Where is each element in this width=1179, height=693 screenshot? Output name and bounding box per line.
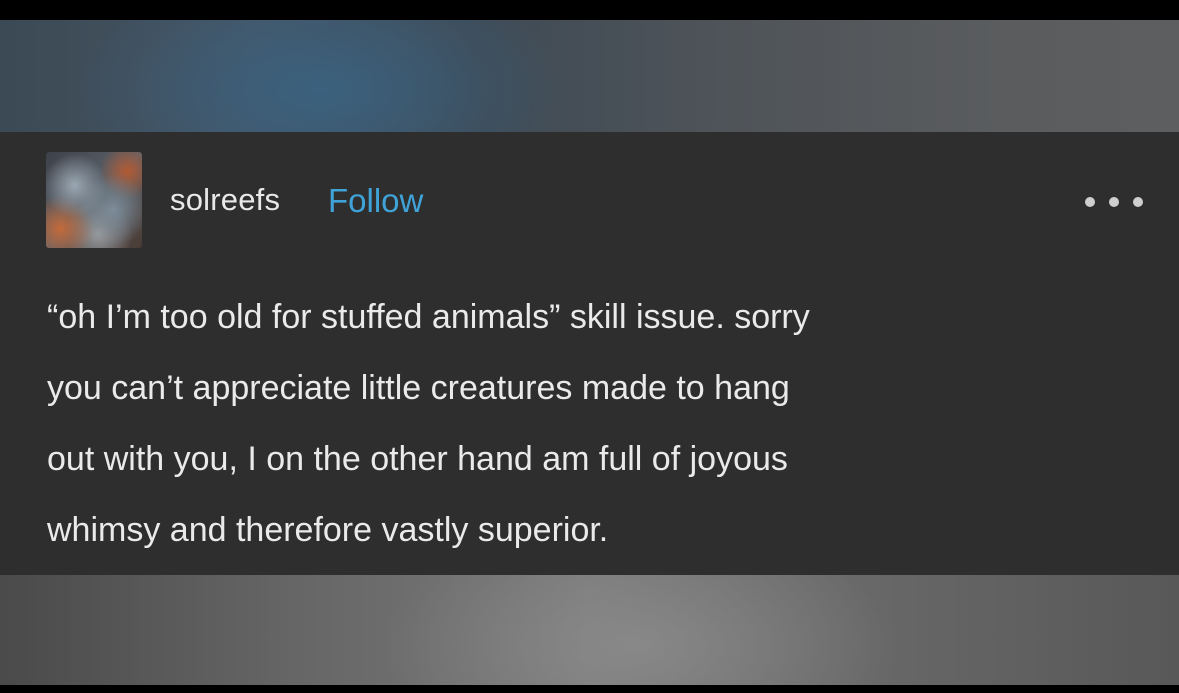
post-body-line: whimsy and therefore vastly superior. [47, 511, 609, 549]
follow-button[interactable]: Follow [328, 182, 423, 220]
more-options-icon [1085, 197, 1095, 207]
user-avatar[interactable] [46, 152, 142, 248]
post-card: solreefs Follow “oh I’m too old for stuf… [0, 132, 1179, 575]
post-body-line: out with you, I on the other hand am ful… [47, 440, 788, 478]
post-body-line: “oh I’m too old for stuffed animals” ski… [47, 298, 810, 336]
post-body-line: you can’t appreciate little creatures ma… [47, 369, 790, 407]
blurred-background-top [0, 20, 1179, 132]
post-body: “oh I’m too old for stuffed animals” ski… [47, 282, 1127, 566]
more-options-icon [1133, 197, 1143, 207]
post-username[interactable]: solreefs [170, 182, 280, 218]
blurred-background-bottom [0, 575, 1179, 685]
more-options-icon [1109, 197, 1119, 207]
screenshot-frame: solreefs Follow “oh I’m too old for stuf… [0, 0, 1179, 693]
more-options-button[interactable] [1085, 192, 1143, 212]
